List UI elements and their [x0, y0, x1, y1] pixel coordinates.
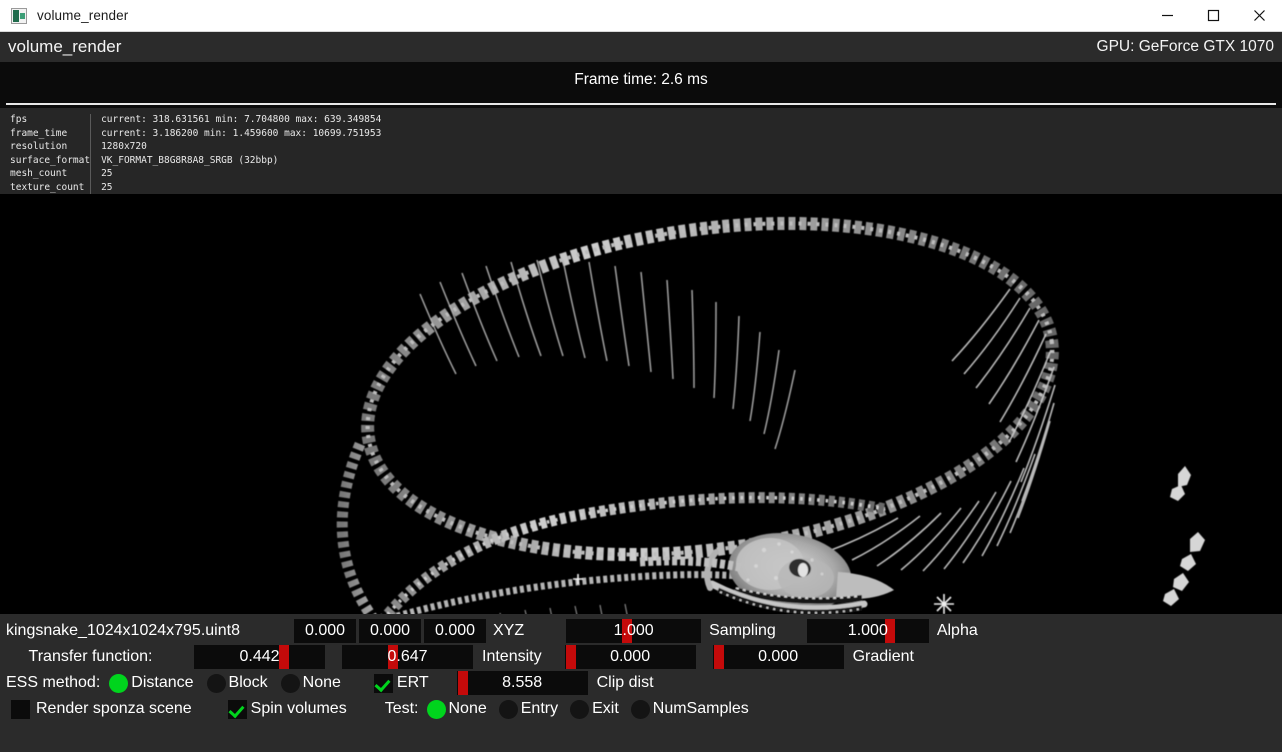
controls-row-options: Render sponza scene Spin volumes Test: N…	[0, 696, 1282, 722]
spin-volumes-checkbox[interactable]	[227, 699, 247, 719]
test-label: Test:	[384, 700, 419, 717]
maximize-button[interactable]	[1190, 0, 1236, 31]
table-row: texture_count 25	[6, 181, 382, 195]
ess-radio-none-label: None	[302, 674, 341, 691]
alpha-slider[interactable]: 1.000	[806, 619, 929, 643]
ert-checkbox[interactable]	[373, 673, 393, 693]
clip-z-value: 0.000	[434, 622, 476, 639]
minimize-icon	[1161, 14, 1173, 17]
clip-dist-slider-handle[interactable]	[457, 671, 468, 695]
stats-value: 1280x720	[90, 141, 382, 155]
frame-time-label: Frame time: 2.6 ms	[574, 71, 708, 88]
stats-panel: fps current: 318.631561 min: 7.704800 ma…	[0, 108, 1282, 209]
ess-radio-distance-label: Distance	[131, 674, 194, 691]
maximize-icon	[1207, 9, 1219, 22]
ess-method-label: ESS method:	[6, 674, 101, 691]
stats-key: mesh_count	[10, 168, 68, 179]
window-titlebar: volume_render	[0, 0, 1282, 32]
alpha-label: Alpha	[936, 622, 978, 639]
ess-radio-none[interactable]	[280, 673, 300, 693]
control-panel: kingsnake_1024x1024x795.uint8 0.000 0.00…	[0, 614, 1282, 752]
clip-z-input[interactable]: 0.000	[424, 619, 486, 643]
clip-x-value: 0.000	[304, 622, 346, 639]
sampling-label: Sampling	[709, 622, 776, 639]
close-icon	[1253, 10, 1265, 21]
clip-x-input[interactable]: 0.000	[294, 619, 356, 643]
gradient-label: Gradient	[852, 648, 914, 665]
transfer-gradient-low-value: 0.000	[610, 648, 651, 665]
gpu-label: GPU: GeForce GTX 1070	[1096, 38, 1274, 55]
test-radio-numsamples-label: NumSamples	[652, 700, 749, 717]
xyz-label: XYZ	[493, 622, 525, 639]
stats-value: current: 318.631561 min: 7.704800 max: 6…	[90, 114, 382, 128]
app-icon	[11, 7, 27, 24]
clip-y-value: 0.000	[369, 622, 411, 639]
clip-dist-label: Clip dist	[596, 674, 654, 691]
test-radio-exit[interactable]	[570, 699, 590, 719]
window-title: volume_render	[37, 8, 129, 23]
table-row: resolution 1280x720	[6, 141, 382, 155]
render-sponza-checkbox[interactable]	[11, 699, 30, 719]
volume-render-image	[0, 194, 1282, 614]
table-row: frame_time current: 3.186200 min: 1.4596…	[6, 127, 382, 141]
stats-key: fps	[10, 114, 28, 125]
render-sponza-label: Render sponza scene	[36, 700, 192, 717]
alpha-value: 1.000	[847, 622, 888, 639]
transfer-intensity-low-value: 0.442	[239, 648, 280, 665]
stats-value: 25	[90, 168, 382, 182]
stats-key: texture_count	[10, 181, 85, 193]
clip-dist-slider[interactable]: 8.558	[456, 671, 588, 695]
transfer-gradient-low-handle[interactable]	[565, 645, 576, 669]
minimize-button[interactable]	[1144, 0, 1190, 31]
table-row: surface_format VK_FORMAT_B8G8R8A8_SRGB (…	[6, 154, 382, 168]
controls-row-ess: ESS method: Distance Block None ERT 8.55…	[0, 670, 1282, 696]
intensity-label: Intensity	[482, 648, 542, 665]
spin-volumes-label: Spin volumes	[250, 700, 347, 717]
app-header: volume_render GPU: GeForce GTX 1070	[0, 32, 1282, 62]
stats-value: 25	[90, 181, 382, 195]
controls-row-volume: kingsnake_1024x1024x795.uint8 0.000 0.00…	[0, 618, 1282, 644]
app-title: volume_render	[8, 37, 122, 56]
test-radio-numsamples[interactable]	[630, 699, 650, 719]
sampling-slider[interactable]: 1.000	[566, 619, 702, 643]
volume-name-label: kingsnake_1024x1024x795.uint8	[6, 622, 240, 639]
ess-radio-block-label: Block	[228, 674, 268, 691]
ert-label: ERT	[396, 674, 429, 691]
sampling-value: 1.000	[613, 622, 654, 639]
table-row: fps current: 318.631561 min: 7.704800 ma…	[6, 114, 382, 128]
stats-value: current: 3.186200 min: 1.459600 max: 106…	[90, 127, 382, 141]
ess-radio-block[interactable]	[206, 673, 226, 693]
stats-key: surface_format	[10, 154, 91, 166]
close-button[interactable]	[1236, 0, 1282, 31]
test-radio-none[interactable]	[426, 699, 446, 719]
ess-radio-distance[interactable]	[109, 673, 129, 693]
transfer-gradient-high-handle[interactable]	[713, 645, 724, 669]
stats-value: VK_FORMAT_B8G8R8A8_SRGB (32bbp)	[90, 154, 382, 168]
plot-baseline	[6, 103, 1276, 105]
frame-time-plot: Frame time: 2.6 ms	[0, 62, 1282, 108]
transfer-gradient-high-slider[interactable]: 0.000	[712, 645, 844, 669]
transfer-gradient-high-value: 0.000	[758, 648, 799, 665]
clip-y-input[interactable]: 0.000	[359, 619, 421, 643]
test-radio-none-label: None	[448, 700, 487, 717]
stats-key: frame_time	[10, 127, 68, 139]
transfer-intensity-high-value: 0.647	[387, 648, 428, 665]
test-radio-entry-label: Entry	[520, 700, 559, 717]
transfer-function-label: Transfer function:	[28, 648, 153, 665]
transfer-intensity-high-slider[interactable]: 0.647	[342, 645, 473, 669]
stats-key: resolution	[10, 141, 68, 152]
controls-row-transfer: Transfer function: 0.442 0.647 Intensity…	[0, 644, 1282, 670]
transfer-gradient-low-slider[interactable]: 0.000	[564, 645, 696, 669]
transfer-intensity-low-handle[interactable]	[279, 645, 289, 669]
test-radio-entry[interactable]	[498, 699, 518, 719]
test-radio-exit-label: Exit	[592, 700, 619, 717]
transfer-intensity-low-slider[interactable]: 0.442	[194, 645, 325, 669]
clip-dist-value: 8.558	[502, 674, 543, 691]
render-viewport[interactable]	[0, 194, 1282, 614]
table-row: mesh_count 25	[6, 168, 382, 182]
